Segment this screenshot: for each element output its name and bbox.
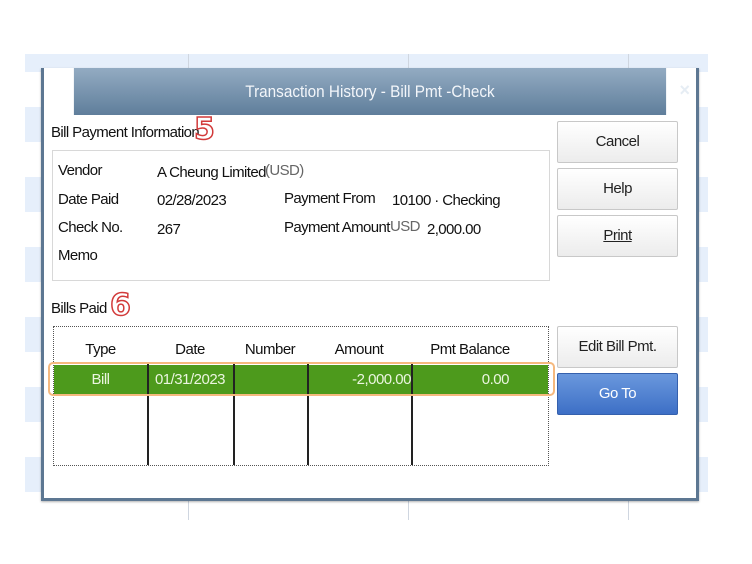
memo-label: Memo	[58, 247, 98, 264]
payment-amount-value: 2,000.00	[427, 221, 481, 238]
transaction-history-dialog: Transaction History - Bill Pmt -Check × …	[41, 68, 699, 501]
column-header-type[interactable]: Type	[54, 341, 147, 358]
vendor-currency: (USD)	[265, 162, 304, 179]
edit-bill-pmt-button[interactable]: Edit Bill Pmt.	[557, 326, 678, 368]
print-button[interactable]: Print	[557, 215, 678, 257]
payment-amount-label: Payment Amount	[284, 219, 390, 236]
payment-currency: USD	[390, 218, 420, 235]
bills-paid-table: Type Date Number Amount Pmt Balance Bill…	[53, 326, 549, 466]
date-paid-label: Date Paid	[58, 191, 119, 208]
go-to-button[interactable]: Go To	[557, 373, 678, 415]
step-badge-6: 6	[109, 287, 131, 324]
step-badge-5: 5	[193, 111, 215, 148]
vendor-label: Vendor	[58, 162, 103, 179]
bill-payment-info-heading: Bill Payment Information	[51, 124, 200, 141]
close-icon[interactable]: ×	[679, 80, 690, 101]
payment-from-value: 10100 · Checking	[392, 192, 501, 209]
date-paid-value: 02/28/2023	[157, 192, 227, 209]
bill-payment-info-panel: Vendor A Cheung Limited (USD) Date Paid …	[52, 150, 550, 281]
column-header-date[interactable]: Date	[147, 341, 233, 358]
bills-paid-heading: Bills Paid	[51, 300, 107, 317]
cancel-button[interactable]: Cancel	[557, 121, 678, 163]
dialog-title: Transaction History - Bill Pmt -Check	[73, 68, 667, 115]
vendor-value: A Cheung Limited	[157, 164, 266, 181]
column-header-number[interactable]: Number	[233, 341, 307, 358]
column-header-amount[interactable]: Amount	[307, 341, 411, 358]
check-no-label: Check No.	[58, 219, 123, 236]
row-highlight-annotation	[48, 362, 555, 396]
help-button[interactable]: Help	[557, 168, 678, 210]
column-header-pmt-balance[interactable]: Pmt Balance	[411, 341, 529, 358]
check-no-value: 267	[157, 221, 181, 238]
payment-from-label: Payment From	[284, 190, 376, 207]
